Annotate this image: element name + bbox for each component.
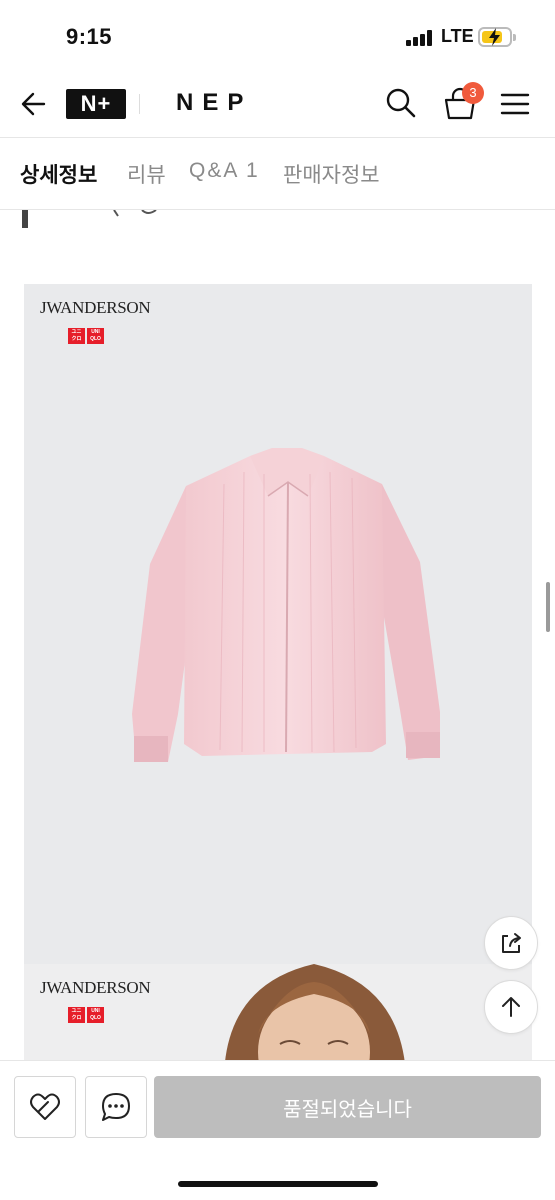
chat-button[interactable] — [85, 1076, 147, 1138]
scrollbar[interactable] — [546, 582, 550, 632]
bottom-action-bar: 품절되었습니다 — [0, 1060, 555, 1200]
jw-anderson-logo: JWANDERSON — [40, 978, 151, 997]
scroll-top-button[interactable] — [484, 980, 538, 1034]
home-indicator — [178, 1181, 378, 1187]
like-button[interactable] — [14, 1076, 76, 1138]
nplus-logo[interactable]: N+ — [66, 89, 126, 119]
back-arrow-icon — [21, 92, 46, 116]
pink-shirt-image — [132, 448, 440, 762]
share-icon — [502, 933, 521, 953]
header-divider — [139, 94, 140, 114]
product-image: JWANDERSON ユニ クロ UNI QLO — [24, 284, 532, 964]
clipped-heading — [18, 210, 158, 230]
model-photo — [224, 964, 405, 1064]
store-brand-title[interactable]: NEP — [176, 89, 252, 117]
arrow-up-icon — [502, 997, 520, 1017]
tab-reviews[interactable]: 리뷰 — [127, 159, 166, 189]
uniqlo-logo: ユニ クロ UNI QLO — [68, 328, 104, 344]
network-label: LTE — [441, 26, 474, 46]
chat-bubble-icon — [102, 1093, 130, 1121]
menu-button[interactable] — [499, 90, 531, 118]
tab-detail-info[interactable]: 상세정보 — [20, 159, 97, 189]
battery-icon — [478, 27, 516, 47]
sold-out-button[interactable]: 품절되었습니다 — [154, 1076, 541, 1138]
cart-count-badge: 3 — [462, 82, 484, 104]
tab-qna[interactable]: Q&A 1 — [189, 159, 260, 183]
back-button[interactable] — [18, 88, 50, 120]
heart-icon — [30, 1093, 60, 1120]
share-button[interactable] — [484, 916, 538, 970]
model-image: JWANDERSON ユニ クロ UNI QLO — [24, 964, 532, 1064]
product-tabs: 상세정보 리뷰 Q&A 1 판매자정보 — [0, 139, 555, 210]
search-icon — [386, 88, 416, 118]
status-time: 9:15 — [66, 24, 113, 49]
signal-icon — [406, 30, 436, 46]
hamburger-menu-icon — [500, 93, 530, 115]
uniqlo-logo: ユニ クロ UNI QLO — [68, 1007, 104, 1023]
jw-anderson-logo: JWANDERSON — [40, 298, 151, 317]
status-bar: 9:15 LTE — [0, 0, 555, 72]
app-header: N+ NEP 3 — [0, 72, 555, 138]
search-button[interactable] — [384, 86, 418, 120]
tab-seller-info[interactable]: 판매자정보 — [283, 159, 380, 189]
